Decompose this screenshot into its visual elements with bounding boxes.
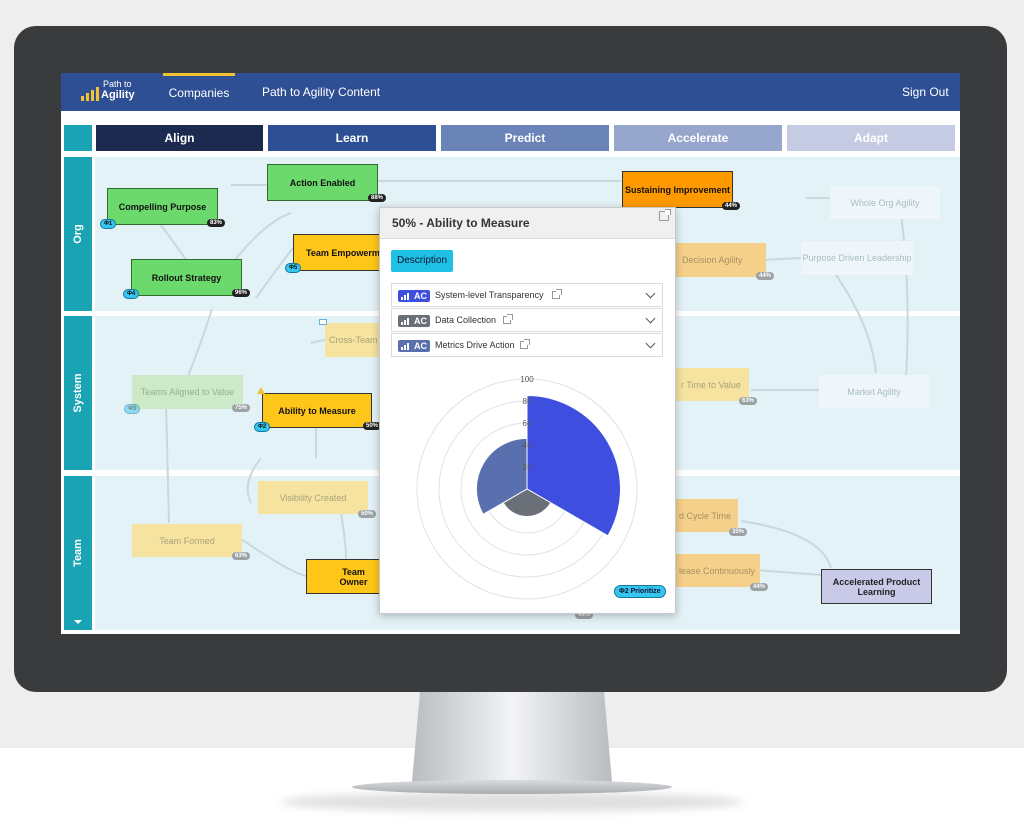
polar-area-chart: 20 40 60 80 100 — [416, 376, 638, 600]
badge-teams-aligned-to-value[interactable]: Φ3 — [124, 404, 141, 414]
badge-ability-to-measure[interactable]: Φ2 — [254, 422, 271, 432]
criterion-row-metrics-drive-action[interactable]: AC Metrics Drive Action — [391, 333, 663, 357]
description-button[interactable]: Description — [391, 250, 454, 272]
bar-chart-icon — [401, 293, 409, 300]
polar-tick-label: 60 — [523, 419, 532, 428]
pct-action-enabled: 88% — [368, 194, 387, 202]
criterion-name: Metrics Drive Action — [435, 340, 515, 350]
pct-cycle-time: 35% — [729, 528, 748, 536]
pct-rollout-strategy: 96% — [232, 289, 251, 297]
monitor-shadow — [280, 792, 744, 812]
pct-decision-agility: 44% — [756, 272, 775, 280]
polar-tick-label: 20 — [523, 463, 532, 472]
criterion-name: Data Collection — [435, 315, 497, 325]
pct-time-to-value: 63% — [739, 397, 758, 405]
bar-chart-icon — [401, 318, 409, 325]
pct-visibility-created: 50% — [358, 510, 377, 518]
criterion-row-system-level-transparency[interactable]: AC System-level Transparency — [391, 283, 663, 307]
pct-sustaining-improvement: 44% — [722, 202, 741, 210]
polar-slice-system-level-transparency[interactable] — [526, 394, 621, 537]
criterion-name: System-level Transparency — [435, 290, 544, 300]
pct-team-formed: 63% — [232, 552, 251, 560]
chevron-down-icon[interactable] — [645, 288, 656, 299]
node-release-continuously[interactable]: lease Continuously — [675, 554, 760, 587]
modal-header: 50% - Ability to Measure — [380, 208, 675, 239]
node-rollout-strategy[interactable]: Rollout Strategy — [131, 259, 242, 296]
ac-tag: AC — [398, 315, 430, 327]
node-accelerated-product-learning[interactable]: Accelerated Product Learning — [821, 569, 932, 604]
pct-compelling-purpose: 83% — [207, 219, 226, 227]
node-market-agility[interactable]: Market Agility — [819, 375, 929, 408]
node-ability-to-measure[interactable]: Ability to Measure — [262, 393, 372, 428]
monitor-stand-base — [352, 780, 672, 794]
node-sustaining-improvement[interactable]: Sustaining Improvement — [622, 171, 733, 208]
node-purpose-driven-leadership[interactable]: Purpose Driven Leadership — [801, 241, 913, 275]
chevron-down-icon[interactable] — [645, 338, 656, 349]
open-external-icon[interactable] — [659, 209, 671, 221]
pct-teams-aligned-to-value: 75% — [232, 404, 251, 412]
node-team-ownership[interactable]: Team Owner — [306, 559, 381, 594]
monitor-stand-neck — [412, 692, 612, 782]
node-team-empowerment[interactable]: Team Empowerm — [293, 234, 383, 271]
node-compelling-purpose[interactable]: Compelling Purpose — [107, 188, 218, 225]
node-cycle-time[interactable]: d Cycle Time — [675, 499, 738, 532]
modal-title: 50% - Ability to Measure — [392, 216, 530, 230]
ac-tag: AC — [398, 340, 430, 352]
node-visibility-created[interactable]: Visibility Created — [258, 481, 368, 514]
app-screen: Path to Agility Companies Path to Agilit… — [61, 73, 960, 634]
warning-triangle-icon — [257, 387, 265, 394]
ac-tag: AC — [398, 290, 430, 302]
node-whole-org-agility[interactable]: Whole Org Agility — [830, 186, 940, 219]
external-link-icon[interactable] — [552, 289, 562, 299]
polar-tick-label: 80 — [523, 397, 532, 406]
node-time-to-value[interactable]: r Time to Value — [675, 368, 749, 401]
criterion-row-data-collection[interactable]: AC Data Collection — [391, 308, 663, 332]
comment-icon[interactable] — [319, 319, 327, 325]
node-action-enabled[interactable]: Action Enabled — [267, 164, 378, 201]
badge-team-empowerment[interactable]: Φ5 — [285, 263, 302, 273]
external-link-icon[interactable] — [520, 339, 530, 349]
badge-rollout-strategy[interactable]: Φ4 — [123, 289, 140, 299]
ability-to-measure-modal: 50% - Ability to Measure Description AC … — [379, 207, 676, 614]
badge-compelling-purpose[interactable]: Φ1 — [100, 219, 117, 229]
prioritize-badge[interactable]: Φ2 Prioritize — [614, 585, 666, 598]
bar-chart-icon — [401, 343, 409, 350]
polar-tick-label: 40 — [523, 441, 532, 450]
node-decision-agility[interactable]: Decision Agility — [666, 243, 766, 277]
node-team-formed[interactable]: Team Formed — [132, 524, 242, 557]
external-link-icon[interactable] — [503, 314, 513, 324]
node-teams-aligned-to-value[interactable]: Teams Aligned to Value — [132, 375, 243, 409]
node-cross-team[interactable]: Cross-Team — [325, 323, 385, 357]
pct-release-continuously: 44% — [750, 583, 769, 591]
chevron-down-icon[interactable] — [645, 313, 656, 324]
polar-tick-label: 100 — [520, 376, 534, 384]
